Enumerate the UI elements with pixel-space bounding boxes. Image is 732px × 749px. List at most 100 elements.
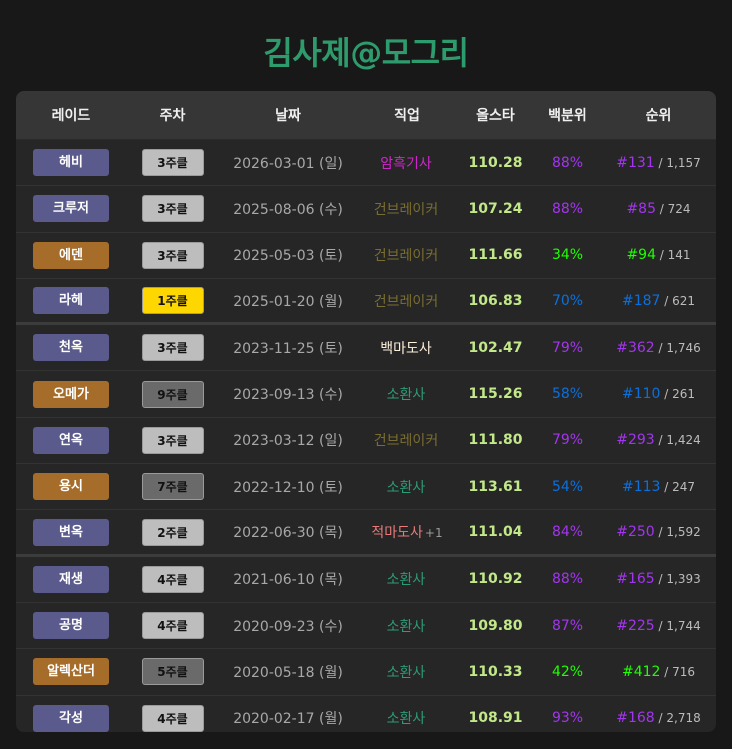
week-cell: 3주클 bbox=[126, 334, 219, 362]
rank-value[interactable]: #113 bbox=[622, 479, 660, 495]
table-row[interactable]: 천옥 3주클 2023-11-25 (토) 백마도사 102.47 79% #362 / 1… bbox=[16, 325, 716, 372]
week-cell: 2주클 bbox=[126, 518, 219, 546]
percentile: 88% bbox=[551, 154, 584, 171]
page-title: 김사제@모그리 bbox=[263, 34, 469, 72]
table-row[interactable]: 용시 7주클 2022-12-10 (토) 소환사 113.61 54% #113 / 24… bbox=[16, 464, 716, 511]
date-cell: 2026-03-01 (일) bbox=[233, 155, 343, 172]
job-cell: 건브레이커 bbox=[357, 245, 457, 265]
rank-value[interactable]: #165 bbox=[616, 571, 654, 587]
raid-badge[interactable]: 알렉산더 bbox=[33, 658, 109, 686]
header-job[interactable]: 직업 bbox=[357, 105, 457, 125]
table-row[interactable]: 각성 4주클 2020-02-17 (월) 소환사 108.91 93% #168 / 2,… bbox=[16, 696, 716, 732]
week-cell: 4주클 bbox=[126, 704, 219, 732]
rank-total: / 1,744 bbox=[654, 618, 701, 633]
raid-badge[interactable]: 헤비 bbox=[33, 149, 109, 177]
allstar-score: 108.91 bbox=[468, 710, 523, 727]
header-percentile[interactable]: 백분위 bbox=[534, 105, 601, 125]
raid-badge[interactable]: 크루저 bbox=[33, 195, 109, 223]
rank-value[interactable]: #225 bbox=[616, 618, 654, 634]
date-cell: 2025-05-03 (토) bbox=[233, 248, 343, 265]
percentile: 88% bbox=[551, 200, 584, 217]
table-row[interactable]: 공명 4주클 2020-09-23 (수) 소환사 109.80 87% #225 / 1,… bbox=[16, 603, 716, 650]
table-row[interactable]: 변옥 2주클 2022-06-30 (목) 적마도사 +1 111.04 84% #250 /… bbox=[16, 510, 716, 557]
table-row[interactable]: 연옥 3주클 2023-03-12 (일) 건브레이커 111.80 79% #293 / … bbox=[16, 418, 716, 465]
table-header: 레이드 주차 날짜 직업 올스타 백분위 순위 bbox=[16, 91, 716, 140]
allstar-score: 111.66 bbox=[468, 247, 523, 264]
raid-badge[interactable]: 라헤 bbox=[33, 287, 109, 315]
raid-badge[interactable]: 연옥 bbox=[33, 426, 109, 454]
job-name: 소환사 bbox=[386, 387, 426, 404]
rank-cell: #110 / 261 bbox=[601, 386, 716, 402]
raid-badge[interactable]: 천옥 bbox=[33, 334, 109, 362]
header-rank[interactable]: 순위 bbox=[601, 105, 716, 125]
raid-badge[interactable]: 에덴 bbox=[33, 241, 109, 269]
job-cell: 건브레이커 bbox=[357, 199, 457, 219]
rank-total: / 1,746 bbox=[654, 340, 701, 355]
raid-cell: 용시 bbox=[16, 473, 126, 501]
rank-cell: #187 / 621 bbox=[601, 293, 716, 309]
week-cell: 7주클 bbox=[126, 473, 219, 501]
header-raid[interactable]: 레이드 bbox=[16, 105, 126, 125]
rank-value[interactable]: #250 bbox=[616, 524, 654, 540]
rank-value[interactable]: #94 bbox=[626, 247, 656, 263]
header-allstar[interactable]: 올스타 bbox=[457, 105, 534, 125]
table-row[interactable]: 에덴 3주클 2025-05-03 (토) 건브레이커 111.66 34% #94 / 1… bbox=[16, 233, 716, 279]
allstar-score: 106.83 bbox=[468, 292, 523, 309]
rank-total: / 1,393 bbox=[654, 572, 701, 587]
job-cell: 소환사 bbox=[357, 477, 457, 497]
rank-value[interactable]: #110 bbox=[622, 386, 660, 402]
allstar-score: 102.47 bbox=[468, 339, 523, 356]
week-badge: 4주클 bbox=[141, 704, 204, 732]
rank-value[interactable]: #131 bbox=[616, 155, 654, 171]
job-name: 소환사 bbox=[386, 618, 426, 635]
raid-cell: 연옥 bbox=[16, 426, 126, 454]
raid-log-table: 레이드 주차 날짜 직업 올스타 백분위 순위 헤비 3주클 2026-03-01 … bbox=[16, 91, 716, 732]
percentile: 79% bbox=[551, 339, 584, 356]
table-row[interactable]: 헤비 3주클 2026-03-01 (일) 암흑기사 110.28 88% #131 / 1… bbox=[16, 140, 716, 187]
date-cell: 2023-09-13 (수) bbox=[233, 387, 343, 404]
header-date[interactable]: 날짜 bbox=[219, 105, 357, 125]
week-badge: 3주클 bbox=[141, 195, 204, 223]
raid-badge[interactable]: 재생 bbox=[33, 565, 109, 593]
date-cell: 2020-02-17 (월) bbox=[233, 711, 343, 728]
raid-badge[interactable]: 공명 bbox=[33, 612, 109, 640]
allstar-score: 110.33 bbox=[468, 663, 523, 680]
rank-value[interactable]: #362 bbox=[616, 340, 654, 356]
raid-badge[interactable]: 각성 bbox=[33, 704, 109, 732]
rank-total: / 621 bbox=[660, 293, 696, 308]
rank-value[interactable]: #412 bbox=[622, 664, 660, 680]
raid-cell: 천옥 bbox=[16, 334, 126, 362]
rank-cell: #168 / 2,718 bbox=[601, 710, 716, 726]
week-badge: 4주클 bbox=[141, 565, 204, 593]
rank-total: / 724 bbox=[655, 201, 691, 216]
date-cell: 2023-11-25 (토) bbox=[233, 340, 343, 357]
header-week[interactable]: 주차 bbox=[126, 105, 219, 125]
raid-badge[interactable]: 오메가 bbox=[33, 380, 109, 408]
table-row[interactable]: 라헤 1주클 2025-01-20 (월) 건브레이커 106.83 70% #187 / … bbox=[16, 279, 716, 326]
allstar-score: 110.92 bbox=[468, 571, 523, 588]
raid-badge[interactable]: 변옥 bbox=[33, 518, 109, 546]
raid-badge[interactable]: 용시 bbox=[33, 473, 109, 501]
week-cell: 3주클 bbox=[126, 426, 219, 454]
job-name: 소환사 bbox=[386, 711, 426, 728]
table-row[interactable]: 알렉산더 5주클 2020-05-18 (월) 소환사 110.33 42% #412 / … bbox=[16, 649, 716, 696]
rank-total: / 261 bbox=[660, 387, 696, 402]
week-badge: 3주클 bbox=[141, 241, 204, 269]
table-row[interactable]: 오메가 9주클 2023-09-13 (수) 소환사 115.26 58% #110 / 2… bbox=[16, 371, 716, 418]
rank-value[interactable]: #187 bbox=[622, 293, 660, 309]
raid-cell: 오메가 bbox=[16, 380, 126, 408]
rank-value[interactable]: #293 bbox=[616, 432, 654, 448]
job-name: 암흑기사 bbox=[380, 155, 432, 172]
table-row[interactable]: 재생 4주클 2021-06-10 (목) 소환사 110.92 88% #165 / 1,… bbox=[16, 557, 716, 603]
rank-total: / 247 bbox=[660, 479, 696, 494]
rank-cell: #412 / 716 bbox=[601, 664, 716, 680]
week-cell: 3주클 bbox=[126, 241, 219, 269]
table-row[interactable]: 크루저 3주클 2025-08-06 (수) 건브레이커 107.24 88% #85 / … bbox=[16, 186, 716, 233]
raid-cell: 헤비 bbox=[16, 149, 126, 177]
job-name: 건브레이커 bbox=[373, 248, 439, 265]
rank-value[interactable]: #85 bbox=[626, 201, 656, 217]
allstar-score: 107.24 bbox=[468, 200, 523, 217]
rank-value[interactable]: #168 bbox=[616, 710, 654, 726]
rank-cell: #250 / 1,592 bbox=[601, 524, 716, 540]
raid-cell: 재생 bbox=[16, 565, 126, 593]
